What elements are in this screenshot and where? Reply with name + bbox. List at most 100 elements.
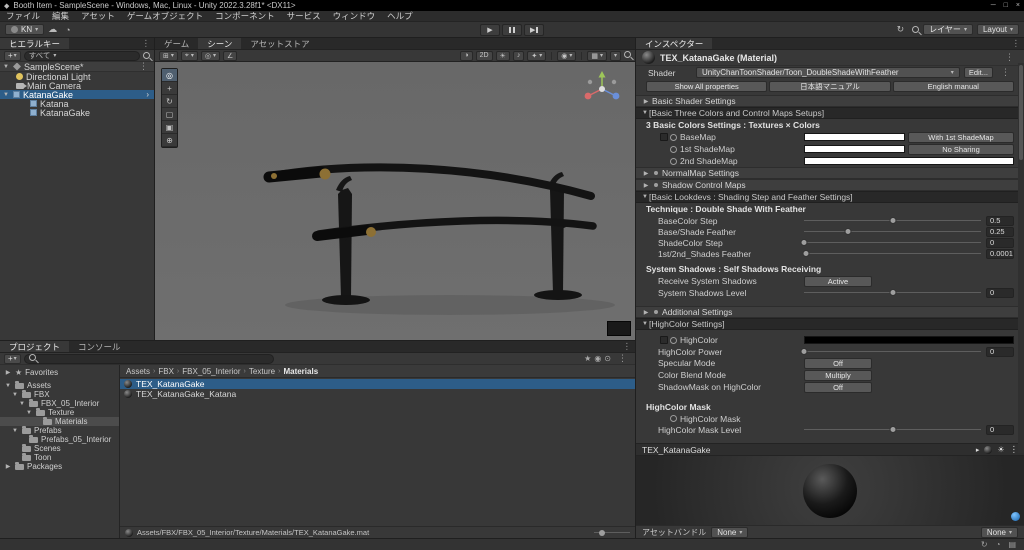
tab-scene[interactable]: シーン xyxy=(198,38,242,49)
tab-hierarchy[interactable]: ヒエラルキー xyxy=(0,38,70,49)
slider-control[interactable] xyxy=(804,227,981,237)
orientation-gizmo[interactable] xyxy=(581,68,623,112)
tree-materials[interactable]: Materials xyxy=(0,416,119,426)
tool-handle-pivot-dropdown[interactable]: ⌖ ▾ xyxy=(180,50,198,61)
material-preview-header[interactable]: TEX_KatanaGake ▸ ☀ ⋮ xyxy=(636,443,1024,456)
menu-services[interactable]: サービス xyxy=(281,10,327,22)
slider-control[interactable] xyxy=(800,238,981,248)
play-button[interactable]: ▶ xyxy=(480,23,500,36)
step-button[interactable]: ▶ xyxy=(524,23,544,36)
layout-dropdown[interactable]: Layout ▾ xyxy=(976,24,1019,35)
texture-picker-icon[interactable] xyxy=(670,133,677,141)
slider-control[interactable] xyxy=(802,249,981,259)
tree-toon[interactable]: Toon xyxy=(0,452,119,462)
shader-edit-button[interactable]: Edit... xyxy=(963,67,993,78)
snap-increment-button[interactable]: ∠ xyxy=(222,50,238,61)
breadcrumb-materials[interactable]: Materials xyxy=(283,367,318,376)
section-three-colors-setups[interactable]: ▼ [Basic Three Colors and Control Maps S… xyxy=(636,107,1024,119)
menu-gameobject[interactable]: ゲームオブジェクト xyxy=(121,10,209,22)
texture-picker-icon[interactable] xyxy=(670,415,677,422)
menu-help[interactable]: ヘルプ xyxy=(381,10,419,22)
hierarchy-item-katanagake-child[interactable]: KatanaGake xyxy=(0,108,154,118)
panel-menu-icon[interactable]: ⋮ xyxy=(138,38,155,49)
tree-prefabs[interactable]: ▼ Prefabs xyxy=(0,425,119,435)
value-field[interactable]: 0 xyxy=(986,237,1014,248)
view-tool-button[interactable]: ◎ xyxy=(162,69,177,82)
slider-knob[interactable] xyxy=(800,348,808,355)
lock-icon[interactable]: ⊙ xyxy=(604,354,611,363)
specular-mode-toggle-button[interactable]: Off xyxy=(804,357,872,369)
preview-shape-icon[interactable] xyxy=(984,445,993,454)
slider-knob[interactable] xyxy=(599,529,606,536)
tree-packages[interactable]: ▶ Packages xyxy=(0,461,119,471)
section-basic-lookdevs[interactable]: ▼ [Basic Lookdevs : Shading Step and Fea… xyxy=(636,191,1024,203)
menu-component[interactable]: コンポーネント xyxy=(209,10,281,22)
breadcrumb-texture[interactable]: Texture xyxy=(249,367,275,376)
texture-picker-icon[interactable] xyxy=(670,336,677,344)
2nd-shademap-color-swatch[interactable] xyxy=(804,157,1014,165)
project-search-input[interactable] xyxy=(23,353,274,364)
shading-mode-icon[interactable]: ◑ xyxy=(460,50,473,61)
search-favorites-icon[interactable]: ★ xyxy=(584,354,591,363)
tree-prefabs-05-interior[interactable]: Prefabs_05_Interior xyxy=(0,434,119,444)
prefab-open-arrow-icon[interactable]: › xyxy=(146,90,152,99)
transform-tool-button[interactable]: ⊕ xyxy=(162,134,177,147)
file-tex-katanagake[interactable]: TEX_KatanaGake xyxy=(120,379,635,389)
breadcrumb-fbx-05-interior[interactable]: FBX_05_Interior xyxy=(182,367,240,376)
slider-control[interactable] xyxy=(800,347,981,357)
breadcrumb-assets[interactable]: Assets xyxy=(126,367,150,376)
english-manual-button[interactable]: English manual xyxy=(892,80,1014,92)
grid-snap-dropdown[interactable]: ⊞ ▾ xyxy=(159,50,178,61)
texture-picker-icon[interactable] xyxy=(670,145,677,153)
no-sharing-button[interactable]: No Sharing xyxy=(908,143,1014,155)
material-preview-area[interactable] xyxy=(636,456,1024,525)
file-tex-katanagake-katana[interactable]: TEX_KatanaGake_Katana xyxy=(120,389,635,399)
tree-favorites[interactable]: ▶ ★ Favorites xyxy=(0,368,119,377)
menu-window[interactable]: ウィンドウ xyxy=(327,10,382,22)
progress-icon[interactable]: ◔ xyxy=(996,540,1001,549)
assetbundle-variant-dropdown[interactable]: None ▾ xyxy=(980,526,1018,538)
scene-lighting-toggle[interactable]: ☀ xyxy=(495,50,510,61)
tab-inspector[interactable]: インスペクター xyxy=(636,38,713,49)
tab-asset-store[interactable]: アセットストア xyxy=(241,38,318,49)
account-dropdown[interactable]: KN ▾ xyxy=(5,24,45,35)
value-field[interactable]: 0.25 xyxy=(986,226,1014,237)
preview-light-icon[interactable]: ☀ xyxy=(997,445,1004,454)
value-field[interactable]: 0 xyxy=(986,346,1014,357)
slider-knob[interactable] xyxy=(844,228,852,235)
preview-play-icon[interactable]: ▸ xyxy=(976,446,980,454)
scale-tool-button[interactable]: ▢ xyxy=(162,108,177,121)
rotate-tool-button[interactable]: ↻ xyxy=(162,95,177,108)
foldout-arrow-icon[interactable]: ▼ xyxy=(2,92,10,98)
scene-audio-toggle[interactable]: ♪ xyxy=(512,50,525,61)
scene-viewport[interactable]: ◎ + ↻ ▢ ▣ ⊕ xyxy=(155,62,635,340)
shader-menu-icon[interactable]: ⋮ xyxy=(997,67,1014,78)
tab-console[interactable]: コンソール xyxy=(69,341,130,352)
panel-menu-icon[interactable]: ⋮ xyxy=(619,341,636,352)
slider-knob[interactable] xyxy=(889,289,896,296)
scene-menu-icon[interactable]: ⋮ xyxy=(135,61,152,72)
slider-knob[interactable] xyxy=(800,239,808,246)
hierarchy-item-katanagake[interactable]: ▼ KatanaGake › xyxy=(0,90,154,100)
menu-assets[interactable]: アセット xyxy=(75,10,121,22)
close-button[interactable]: × xyxy=(1016,2,1020,9)
scene-search-icon[interactable] xyxy=(624,51,631,60)
cloud-icon[interactable]: ☁ xyxy=(44,24,61,35)
slider-control[interactable] xyxy=(804,216,981,226)
tool-handle-rotation-dropdown[interactable]: ◎ ▾ xyxy=(200,50,220,61)
foldout-arrow-icon[interactable]: ▼ xyxy=(4,383,12,389)
shader-dropdown[interactable]: UnityChanToonShader/Toon_DoubleShadeWith… xyxy=(696,67,960,78)
show-all-properties-button[interactable]: Show All properties xyxy=(646,80,768,92)
gizmos-dropdown[interactable]: ▾ xyxy=(609,50,621,61)
2d-toggle-button[interactable]: 2D xyxy=(475,50,493,61)
console-status-icon[interactable]: ▤ xyxy=(1008,540,1016,549)
scrollbar-thumb[interactable] xyxy=(1019,65,1023,160)
tree-fbx[interactable]: ▼ FBX xyxy=(0,389,119,399)
basemap-color-swatch[interactable] xyxy=(804,133,905,141)
foldout-arrow-icon[interactable]: ▶ xyxy=(4,463,12,470)
assetbundle-dropdown[interactable]: None ▾ xyxy=(711,526,749,538)
menu-file[interactable]: ファイル xyxy=(0,10,46,22)
material-menu-icon[interactable]: ⋮ xyxy=(1001,52,1018,63)
create-asset-button[interactable]: + ▾ xyxy=(4,353,21,364)
highcolor-color-swatch[interactable] xyxy=(804,336,1014,344)
